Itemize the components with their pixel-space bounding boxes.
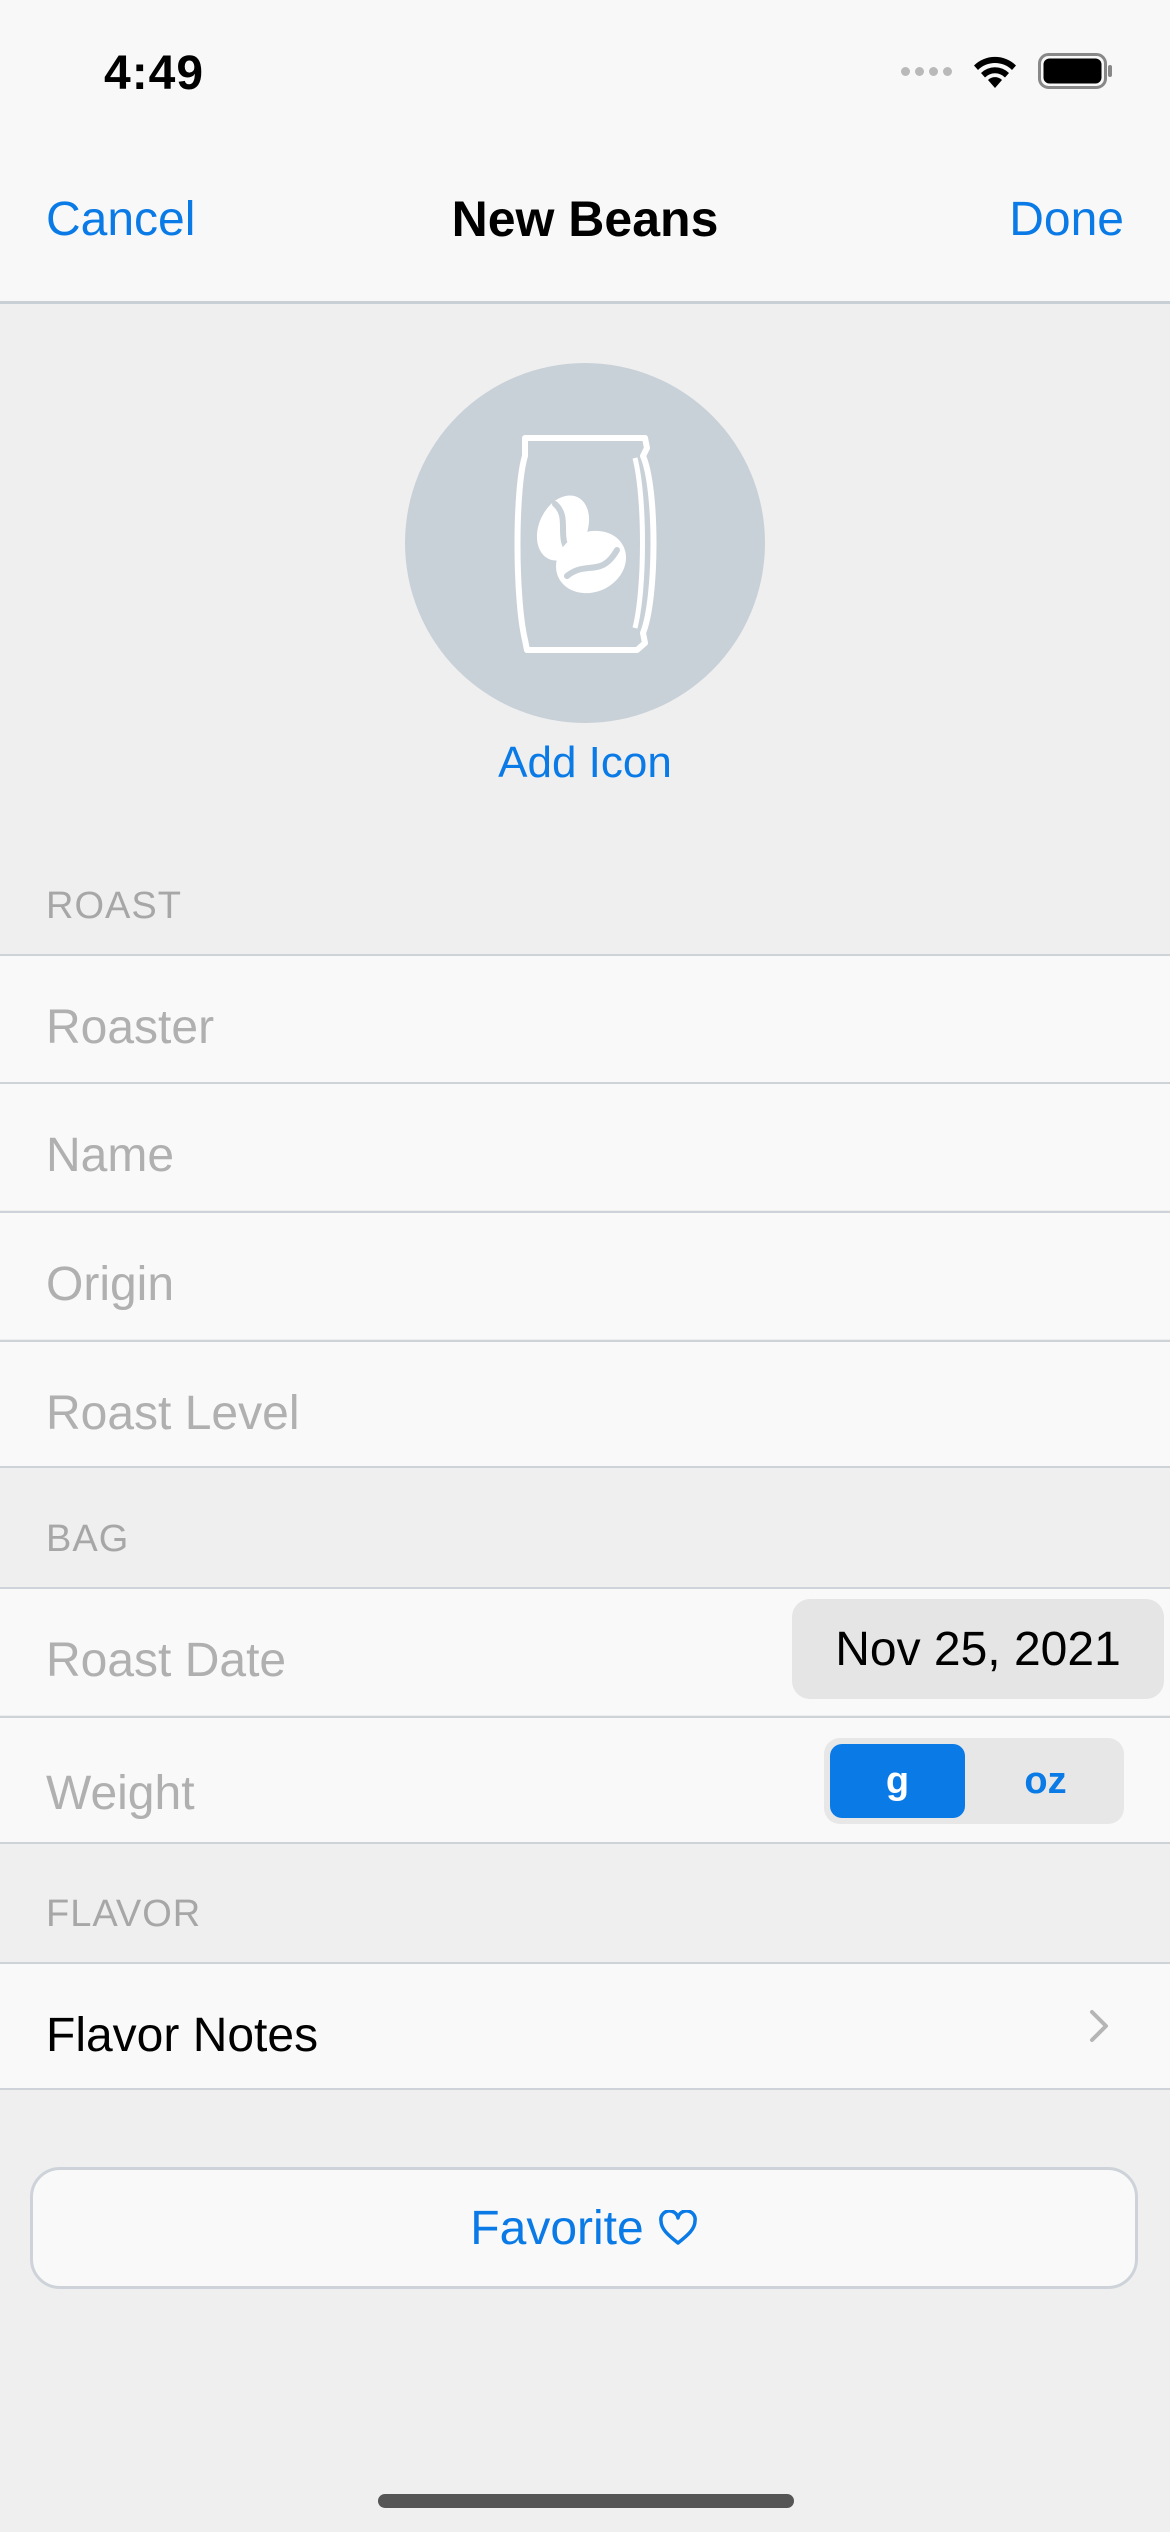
section-header-roast: ROAST [46, 885, 182, 927]
add-icon-button[interactable]: Add Icon [0, 738, 1170, 788]
weight-row: Weight g oz [0, 1716, 1170, 1844]
origin-input[interactable] [46, 1257, 746, 1312]
unit-ounces-segment[interactable]: oz [978, 1744, 1113, 1818]
favorite-button[interactable]: Favorite [30, 2167, 1138, 2289]
roast-date-picker[interactable]: Nov 25, 2021 [792, 1599, 1164, 1699]
roast-level-row[interactable] [0, 1340, 1170, 1468]
section-header-flavor: FLAVOR [46, 1893, 202, 1935]
status-time: 4:49 [104, 47, 205, 100]
name-row[interactable] [0, 1082, 1170, 1210]
battery-icon [1038, 53, 1112, 89]
origin-row[interactable] [0, 1211, 1170, 1339]
roast-date-label: Roast Date [46, 1634, 287, 1687]
unit-grams-segment[interactable]: g [830, 1744, 965, 1818]
wifi-icon [974, 56, 1016, 88]
chevron-right-icon [1090, 2010, 1108, 2042]
flavor-notes-row[interactable]: Flavor Notes [0, 1962, 1170, 2090]
navigation-bar: Cancel New Beans Done [0, 150, 1170, 304]
status-icons [901, 52, 1114, 90]
roast-level-input[interactable] [46, 1386, 746, 1441]
page-title: New Beans [451, 191, 719, 247]
roaster-input[interactable] [46, 1000, 746, 1055]
done-button[interactable]: Done [1009, 192, 1124, 247]
cellular-icon [901, 66, 952, 76]
home-indicator [378, 2494, 794, 2508]
favorite-label: Favorite [470, 2201, 644, 2255]
weight-unit-segmented-control[interactable]: g oz [824, 1738, 1124, 1824]
name-input[interactable] [46, 1128, 746, 1183]
section-header-bag: BAG [46, 1518, 130, 1560]
roaster-row[interactable] [0, 954, 1170, 1082]
heart-icon [658, 2210, 697, 2245]
weight-input[interactable]: Weight [46, 1766, 195, 1821]
status-bar: 4:49 [0, 0, 1170, 150]
coffee-bag-icon [514, 435, 657, 653]
roast-date-row: Roast Date Nov 25, 2021 [0, 1587, 1170, 1715]
bean-icon-picker[interactable] [405, 363, 765, 723]
flavor-notes-label: Flavor Notes [46, 2009, 319, 2062]
